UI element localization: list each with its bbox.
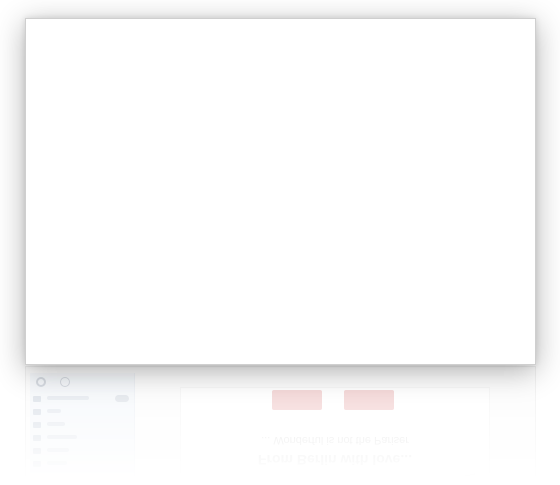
folder-icon: [33, 422, 41, 428]
reflection-sidebar: [30, 373, 135, 485]
sidebar-item-label: [47, 435, 77, 439]
sidebar-item-label: [47, 422, 65, 426]
window-reflection: ... Wonderful is not the Pariser From Be…: [25, 366, 536, 485]
sidebar-item: [33, 408, 129, 418]
sidebar-item: [33, 447, 129, 457]
sidebar-item-label: [47, 461, 67, 465]
sidebar-item: [33, 421, 129, 431]
folder-icon: [33, 448, 41, 454]
count-badge: [115, 395, 129, 402]
clock-icon: [60, 377, 70, 387]
sidebar-item-label: [47, 396, 89, 400]
sidebar-item: [33, 434, 129, 444]
banner-flag-right: [344, 390, 394, 410]
reflection-caption-line1: ... Wonderful is not the Pariser: [261, 434, 409, 446]
folder-icon: [33, 396, 41, 402]
reflection-banner: [272, 390, 394, 412]
reflection-content: ... Wonderful is not the Pariser From Be…: [180, 387, 490, 485]
sidebar-item: [33, 460, 129, 470]
folder-icon: [33, 409, 41, 415]
blank-app-window[interactable]: [25, 18, 536, 365]
reflection-caption-line2: From Berlin with love...: [257, 452, 413, 468]
banner-flag-left: [272, 390, 322, 410]
gear-icon: [36, 377, 46, 387]
folder-icon: [33, 461, 41, 467]
reflection-frame: ... Wonderful is not the Pariser From Be…: [25, 366, 536, 485]
sidebar-toolbar: [34, 377, 130, 391]
sidebar-item-label: [47, 409, 61, 413]
folder-icon: [33, 435, 41, 441]
sidebar-item-label: [47, 448, 69, 452]
sidebar-item: [33, 395, 129, 405]
